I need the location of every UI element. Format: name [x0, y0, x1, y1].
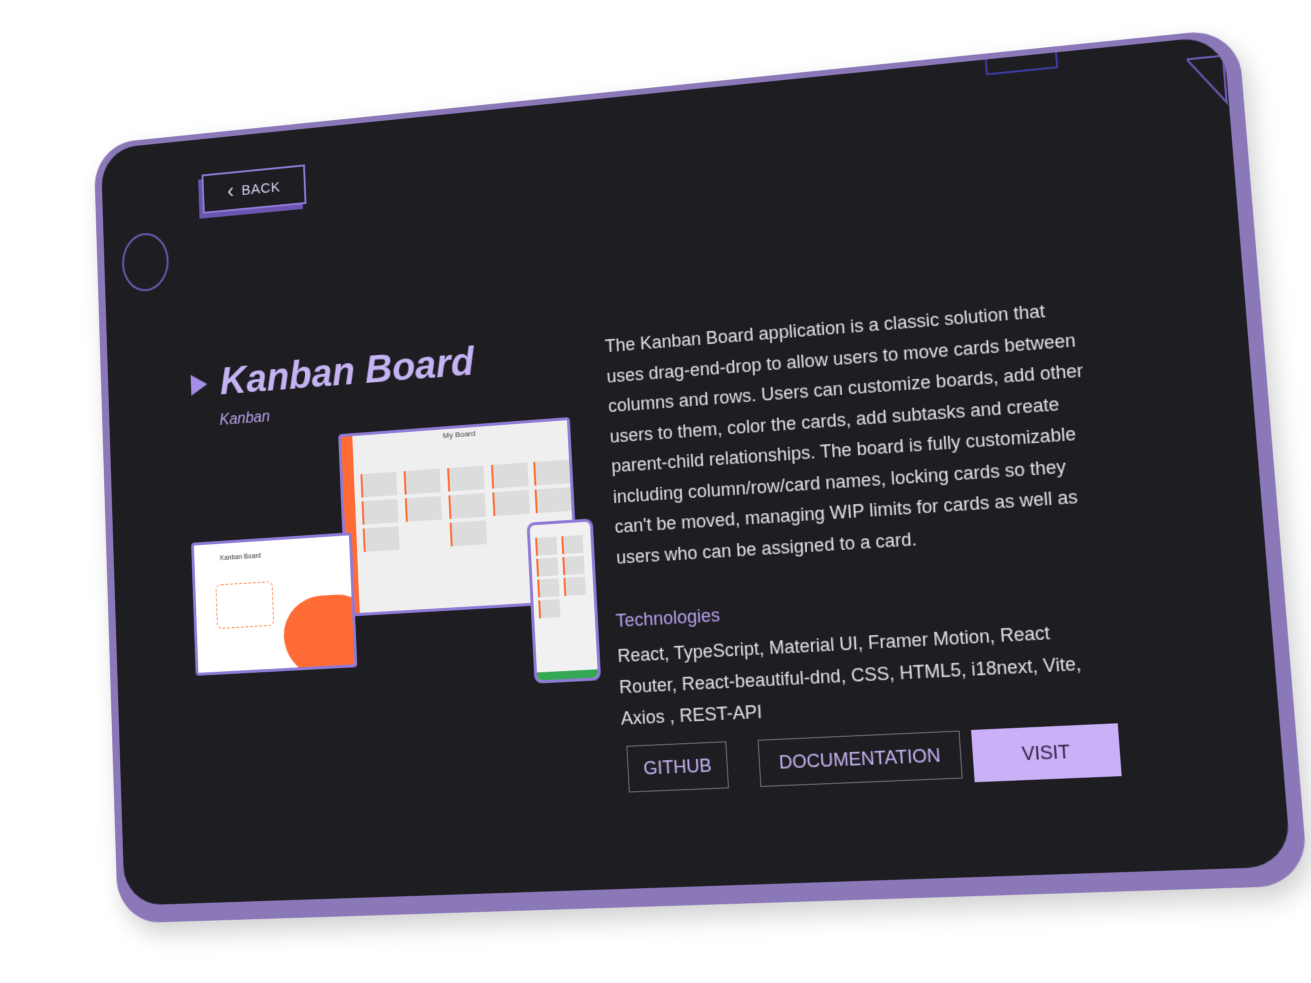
mockup-card	[492, 490, 530, 516]
decorative-square	[982, 35, 1058, 75]
mockup-orange-shape	[282, 593, 357, 676]
decorative-triangle	[1186, 51, 1229, 109]
mockup-card	[536, 557, 558, 576]
mockup-card	[563, 577, 585, 596]
mockup-card	[537, 578, 559, 597]
mockup-card	[450, 520, 487, 546]
mockup-phone-column	[535, 534, 561, 622]
play-icon	[191, 373, 208, 395]
technologies-heading: Technologies	[615, 605, 720, 632]
mockup-card	[533, 459, 571, 485]
documentation-button[interactable]: DOCUMENTATION	[758, 731, 963, 787]
mockup-landing-title: Kanban Board	[220, 553, 261, 562]
mockup-landing-screenshot: Kanban Board	[191, 532, 357, 676]
page: ‹ BACK Kanban Board Kanban My Board Kanb…	[0, 0, 1311, 983]
mockup-card	[363, 526, 400, 552]
mockup-column	[444, 462, 491, 602]
documentation-button-label: DOCUMENTATION	[778, 744, 941, 773]
mockup-column	[357, 468, 402, 607]
mockup-illustration	[215, 581, 274, 629]
project-subtitle: Kanban	[219, 409, 270, 430]
back-button-label: BACK	[241, 179, 281, 199]
mockup-card	[491, 462, 529, 488]
mockup-card	[404, 469, 441, 495]
mockup-card	[362, 499, 399, 525]
visit-button-label: VISIT	[1021, 741, 1070, 765]
mockup-phone-bottom-bar	[537, 669, 598, 680]
project-description: The Kanban Board application is a classi…	[604, 293, 1098, 573]
mockup-card	[561, 535, 583, 554]
chevron-left-icon: ‹	[227, 181, 235, 202]
mockup-card	[360, 472, 397, 498]
project-title: Kanban Board	[219, 341, 475, 404]
mockup-card	[447, 466, 484, 492]
mockup-card	[535, 487, 573, 513]
tablet-screen: ‹ BACK Kanban Board Kanban My Board Kanb…	[101, 35, 1292, 905]
github-button-label: GITHUB	[643, 755, 712, 779]
tablet-frame: ‹ BACK Kanban Board Kanban My Board Kanb…	[94, 28, 1309, 924]
mockup-card	[448, 493, 485, 519]
mockup-card	[562, 556, 584, 575]
mockup-column	[401, 465, 447, 605]
technologies-list: React, TypeScript, Material UI, Framer M…	[617, 615, 1096, 735]
visit-button[interactable]: VISIT	[971, 723, 1122, 782]
back-button[interactable]: ‹ BACK	[202, 164, 307, 213]
mockup-card	[538, 599, 560, 618]
mockup-card	[405, 496, 442, 522]
github-button[interactable]: GITHUB	[626, 741, 729, 792]
mockup-phone-screenshot	[527, 518, 602, 683]
mockup-phone-column	[561, 532, 586, 599]
mockup-board-title: My Board	[443, 429, 476, 440]
decorative-circle	[121, 231, 169, 293]
mockup-card	[535, 537, 557, 556]
project-title-row: Kanban Board	[190, 341, 475, 407]
